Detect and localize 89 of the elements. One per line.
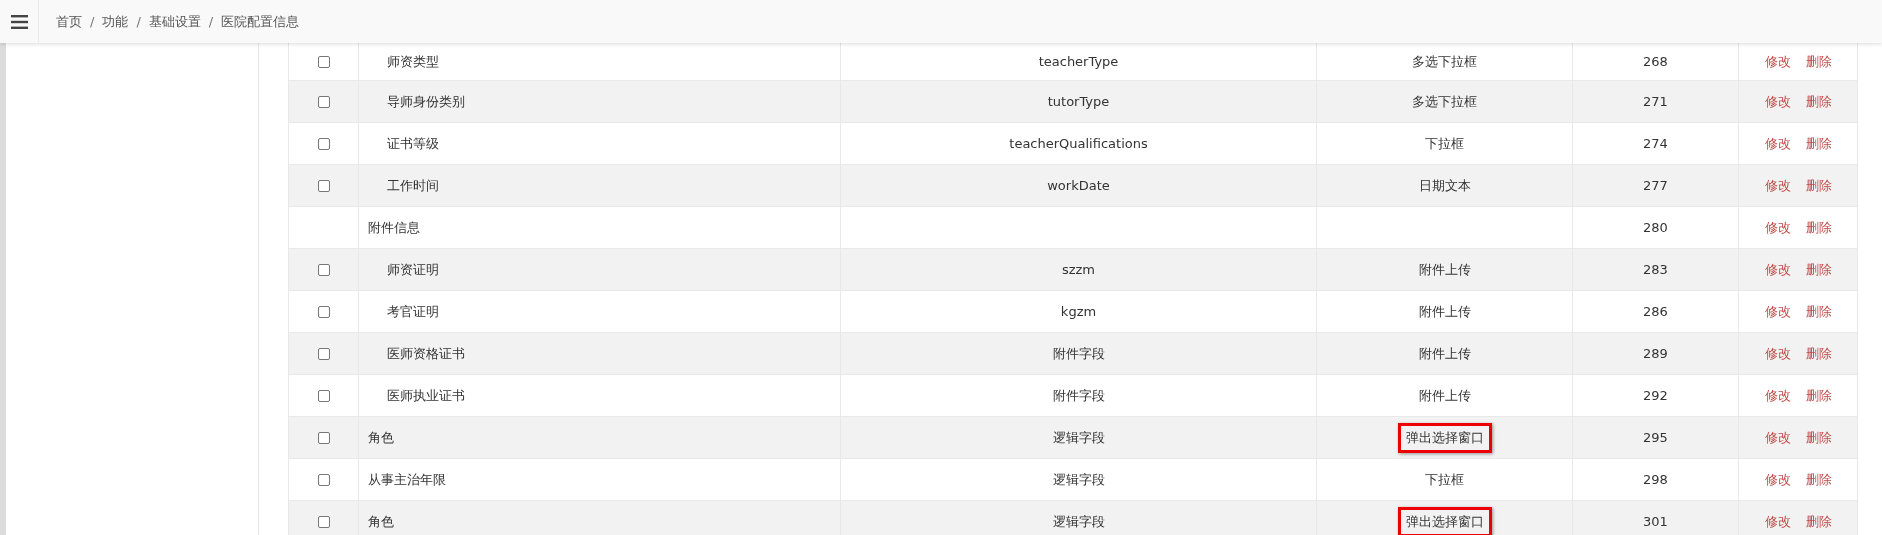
type-cell: 多选下拉框 bbox=[1412, 92, 1477, 111]
order-cell: 277 bbox=[1643, 178, 1668, 193]
name-cell: 附件信息 bbox=[368, 218, 420, 237]
row-checkbox[interactable] bbox=[317, 347, 330, 360]
delete-link[interactable]: 删除 bbox=[1805, 176, 1832, 195]
row-checkbox[interactable] bbox=[317, 515, 330, 528]
field-cell: 逻辑字段 bbox=[1052, 470, 1105, 489]
name-cell: 证书等级 bbox=[387, 134, 439, 153]
delete-link[interactable]: 删除 bbox=[1805, 218, 1832, 237]
edit-link[interactable]: 修改 bbox=[1764, 512, 1791, 531]
name-cell: 师资类型 bbox=[387, 52, 439, 71]
type-cell: 多选下拉框 bbox=[1412, 52, 1477, 71]
row-checkbox[interactable] bbox=[317, 137, 330, 150]
breadcrumb-link[interactable]: 医院配置信息 bbox=[221, 12, 300, 31]
type-cell: 下拉框 bbox=[1425, 134, 1464, 153]
row-checkbox[interactable] bbox=[317, 389, 330, 402]
row-checkbox[interactable] bbox=[317, 179, 330, 192]
breadcrumb-link[interactable]: 首页 bbox=[56, 12, 82, 31]
type-cell: 附件上传 bbox=[1418, 344, 1471, 363]
delete-link[interactable]: 删除 bbox=[1805, 512, 1832, 531]
order-cell: 280 bbox=[1643, 220, 1668, 235]
edit-link[interactable]: 修改 bbox=[1764, 52, 1791, 71]
edit-link[interactable]: 修改 bbox=[1764, 386, 1791, 405]
breadcrumb-link[interactable]: 功能 bbox=[102, 12, 129, 31]
delete-link[interactable]: 删除 bbox=[1805, 470, 1832, 489]
edit-link[interactable]: 修改 bbox=[1764, 344, 1791, 363]
breadcrumb-separator: / bbox=[208, 14, 214, 29]
name-cell: 角色 bbox=[368, 428, 394, 447]
row-checkbox[interactable] bbox=[317, 305, 330, 318]
type-cell: 附件上传 bbox=[1418, 302, 1471, 321]
order-cell: 274 bbox=[1643, 136, 1668, 151]
order-cell: 289 bbox=[1643, 346, 1668, 361]
row-checkbox[interactable] bbox=[317, 473, 330, 486]
order-cell: 271 bbox=[1643, 94, 1668, 109]
edit-link[interactable]: 修改 bbox=[1764, 134, 1791, 153]
delete-link[interactable]: 删除 bbox=[1805, 344, 1832, 363]
edit-link[interactable]: 修改 bbox=[1764, 302, 1791, 321]
order-cell: 292 bbox=[1643, 388, 1668, 403]
delete-link[interactable]: 删除 bbox=[1805, 302, 1832, 321]
name-cell: 从事主治年限 bbox=[368, 470, 446, 489]
field-cell: workDate bbox=[1047, 178, 1110, 193]
order-cell: 286 bbox=[1643, 304, 1668, 319]
breadcrumb-separator: / bbox=[90, 14, 95, 29]
field-cell: 附件字段 bbox=[1052, 386, 1105, 405]
type-cell: 附件上传 bbox=[1418, 386, 1471, 405]
field-cell: 逻辑字段 bbox=[1052, 512, 1105, 531]
field-cell: 逻辑字段 bbox=[1052, 428, 1105, 447]
name-cell: 导师身份类别 bbox=[387, 92, 465, 111]
delete-link[interactable]: 删除 bbox=[1805, 92, 1832, 111]
edit-link[interactable]: 修改 bbox=[1764, 92, 1791, 111]
order-cell: 295 bbox=[1643, 430, 1668, 445]
name-cell: 师资证明 bbox=[387, 260, 439, 279]
name-cell: 角色 bbox=[368, 512, 394, 531]
name-cell: 医师资格证书 bbox=[387, 344, 465, 363]
highlighted-type-cell: 弹出选择窗口 bbox=[1397, 422, 1492, 453]
edit-link[interactable]: 修改 bbox=[1764, 428, 1791, 447]
edit-link[interactable]: 修改 bbox=[1764, 176, 1791, 195]
delete-link[interactable]: 删除 bbox=[1805, 386, 1832, 405]
menu-icon bbox=[10, 14, 28, 29]
type-cell: 附件上传 bbox=[1418, 260, 1471, 279]
field-cell: 附件字段 bbox=[1052, 344, 1105, 363]
delete-link[interactable]: 删除 bbox=[1805, 260, 1832, 279]
order-cell: 298 bbox=[1643, 472, 1668, 487]
name-cell: 考官证明 bbox=[387, 302, 439, 321]
row-checkbox[interactable] bbox=[317, 263, 330, 276]
row-checkbox[interactable] bbox=[317, 431, 330, 444]
row-checkbox[interactable] bbox=[317, 95, 330, 108]
field-cell: kgzm bbox=[1060, 304, 1097, 319]
order-cell: 283 bbox=[1643, 262, 1668, 277]
highlighted-type-cell: 弹出选择窗口 bbox=[1397, 506, 1492, 535]
name-cell: 工作时间 bbox=[387, 176, 439, 195]
row-checkbox[interactable] bbox=[317, 55, 330, 68]
edit-link[interactable]: 修改 bbox=[1764, 260, 1791, 279]
delete-link[interactable]: 删除 bbox=[1805, 52, 1832, 71]
breadcrumb-link[interactable]: 基础设置 bbox=[148, 12, 201, 31]
order-cell: 301 bbox=[1643, 514, 1668, 529]
field-cell: teacherQualifications bbox=[1009, 136, 1148, 151]
type-cell: 日期文本 bbox=[1418, 176, 1471, 195]
breadcrumb-separator: / bbox=[136, 14, 141, 29]
field-cell: szzm bbox=[1061, 262, 1096, 277]
order-cell: 268 bbox=[1643, 54, 1668, 69]
type-cell: 下拉框 bbox=[1425, 470, 1464, 489]
edit-link[interactable]: 修改 bbox=[1764, 218, 1791, 237]
edit-link[interactable]: 修改 bbox=[1764, 470, 1791, 489]
delete-link[interactable]: 删除 bbox=[1805, 428, 1832, 447]
name-cell: 医师执业证书 bbox=[387, 386, 465, 405]
delete-link[interactable]: 删除 bbox=[1805, 134, 1832, 153]
field-cell: tutorType bbox=[1047, 94, 1110, 109]
field-cell: teacherType bbox=[1038, 54, 1119, 69]
